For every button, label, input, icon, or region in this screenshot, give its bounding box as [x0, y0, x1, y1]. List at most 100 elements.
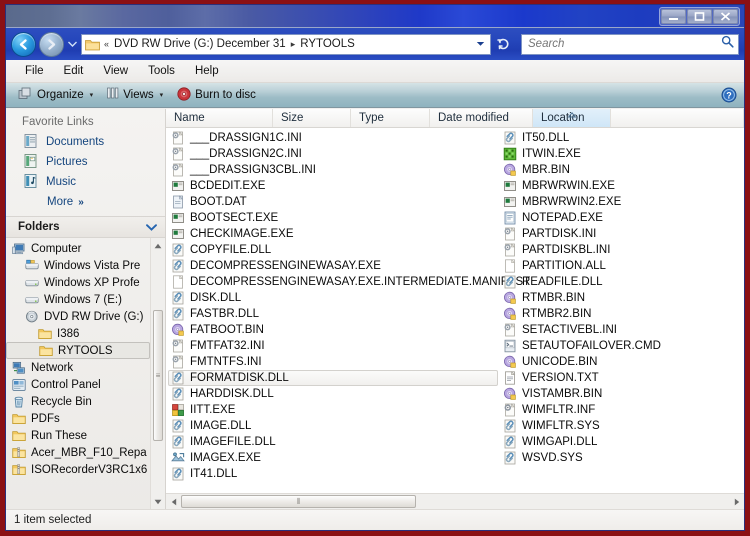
- file-list-item[interactable]: VERSION.TXT: [500, 370, 744, 386]
- burn-to-disc-button[interactable]: Burn to disc: [172, 84, 261, 107]
- tree-item-windows-vista-pre[interactable]: Windows Vista Pre: [6, 257, 150, 274]
- file-list-item[interactable]: WIMGAPI.DLL: [500, 434, 744, 450]
- search-input[interactable]: [528, 38, 721, 50]
- column-header-type[interactable]: Type: [351, 109, 430, 127]
- file-list-item[interactable]: PARTITION.ALL: [500, 258, 744, 274]
- tree-item-i386[interactable]: I386: [6, 325, 150, 342]
- file-list-item[interactable]: COPYFILE.DLL: [168, 242, 498, 258]
- address-dropdown-button[interactable]: [473, 35, 488, 54]
- file-list-item[interactable]: MBR.BIN: [500, 162, 744, 178]
- address-field[interactable]: « DVD RW Drive (G:) December 31 ▸ RYTOOL…: [81, 33, 491, 55]
- file-list-item[interactable]: BOOTSECT.EXE: [168, 210, 498, 226]
- menu-help[interactable]: Help: [186, 62, 228, 80]
- file-list-item[interactable]: WSVD.SYS: [500, 450, 744, 466]
- fav-link-music[interactable]: Music: [6, 172, 165, 192]
- tree-item-windows-7-e[interactable]: Windows 7 (E:): [6, 291, 150, 308]
- file-list-item[interactable]: ___DRASSIGN2C.INI: [168, 146, 498, 162]
- breadcrumb-overflow[interactable]: «: [103, 39, 110, 49]
- tree-vertical-scrollbar[interactable]: ≡: [150, 238, 165, 509]
- file-list-item[interactable]: WIMFLTR.SYS: [500, 418, 744, 434]
- tree-scroll-thumb[interactable]: ≡: [153, 310, 163, 441]
- tree-item-isorecorderv3rc1x6[interactable]: ISORecorderV3RC1x6: [6, 461, 150, 478]
- back-button[interactable]: [11, 31, 36, 57]
- file-list-item[interactable]: DECOMPRESSENGINEWASAY.EXE: [168, 258, 498, 274]
- hscroll-thumb[interactable]: ⦀: [181, 495, 416, 508]
- tree-item-rytools[interactable]: RYTOOLS: [6, 342, 150, 359]
- file-list-item[interactable]: NOTEPAD.EXE: [500, 210, 744, 226]
- file-list-item[interactable]: FATBOOT.BIN: [168, 322, 498, 338]
- horizontal-scrollbar[interactable]: ⦀: [166, 493, 744, 509]
- file-list-item[interactable]: BOOT.DAT: [168, 194, 498, 210]
- help-button[interactable]: ?: [721, 87, 737, 103]
- column-header-name[interactable]: Name: [166, 109, 273, 127]
- tree-item-control-panel[interactable]: Control Panel: [6, 376, 150, 393]
- file-list-item[interactable]: SETACTIVEBL.INI: [500, 322, 744, 338]
- file-list-item[interactable]: VISTAMBR.BIN: [500, 386, 744, 402]
- file-list-item[interactable]: FMTFAT32.INI: [168, 338, 498, 354]
- maximize-button[interactable]: [687, 9, 712, 24]
- file-list-item[interactable]: MBRWRWIN2.EXE: [500, 194, 744, 210]
- views-button[interactable]: Views ▾: [102, 84, 172, 106]
- file-list-item[interactable]: IT50.DLL: [500, 130, 744, 146]
- tree-item-computer[interactable]: Computer: [6, 240, 150, 257]
- file-list-item[interactable]: IMAGEFILE.DLL: [168, 434, 498, 450]
- file-list-item[interactable]: WIMFLTR.INF: [500, 402, 744, 418]
- tree-item-pdfs[interactable]: PDFs: [6, 410, 150, 427]
- refresh-button[interactable]: [494, 34, 515, 55]
- organize-button[interactable]: Organize ▾: [13, 84, 102, 107]
- history-dropdown-button[interactable]: [67, 32, 78, 57]
- file-list-item[interactable]: RTMBR2.BIN: [500, 306, 744, 322]
- tree-scroll-down-button[interactable]: [151, 494, 165, 509]
- file-list-item[interactable]: SETAUTOFAILOVER.CMD: [500, 338, 744, 354]
- file-list-item[interactable]: FASTBR.DLL: [168, 306, 498, 322]
- folders-section-header[interactable]: Folders: [6, 216, 165, 238]
- file-list-item[interactable]: RTMBR.BIN: [500, 290, 744, 306]
- tree-item-acer-mbr-f10-repa[interactable]: Acer_MBR_F10_Repa: [6, 444, 150, 461]
- chevron-down-icon[interactable]: [146, 218, 157, 236]
- fav-link-pictures[interactable]: Pictures: [6, 152, 165, 172]
- file-list-item[interactable]: ___DRASSIGN1C.INI: [168, 130, 498, 146]
- column-header-size[interactable]: Size: [273, 109, 351, 127]
- file-list-item[interactable]: FMTNTFS.INI: [168, 354, 498, 370]
- file-list-item[interactable]: IITT.EXE: [168, 402, 498, 418]
- forward-button[interactable]: [39, 31, 64, 57]
- file-list-item[interactable]: PARTDISK.INI: [500, 226, 744, 242]
- breadcrumb-item-drive[interactable]: DVD RW Drive (G:) December 31: [113, 38, 287, 50]
- file-list-item[interactable]: BCDEDIT.EXE: [168, 178, 498, 194]
- file-list-item[interactable]: ITWIN.EXE: [500, 146, 744, 162]
- tree-item-run-these[interactable]: Run These: [6, 427, 150, 444]
- close-button[interactable]: [713, 9, 738, 24]
- breadcrumb-item-rytools[interactable]: RYTOOLS: [299, 38, 356, 50]
- file-list-item[interactable]: HARDDISK.DLL: [168, 386, 498, 402]
- column-header-location[interactable]: Location: [533, 109, 611, 127]
- file-list-item[interactable]: DISK.DLL: [168, 290, 498, 306]
- file-list-item[interactable]: CHECKIMAGE.EXE: [168, 226, 498, 242]
- file-list-item[interactable]: IMAGEX.EXE: [168, 450, 498, 466]
- tree-item-network[interactable]: Network: [6, 359, 150, 376]
- hscroll-right-button[interactable]: [729, 494, 744, 509]
- column-header-date-modified[interactable]: Date modified: [430, 109, 533, 127]
- menu-view[interactable]: View: [94, 62, 137, 80]
- minimize-button[interactable]: [661, 9, 686, 24]
- file-list-item[interactable]: READFILE.DLL: [500, 274, 744, 290]
- tree-scroll-up-button[interactable]: [151, 238, 165, 253]
- search-box[interactable]: [521, 33, 739, 55]
- file-list-item[interactable]: ___DRASSIGN3CBL.INI: [168, 162, 498, 178]
- file-list-item[interactable]: IT41.DLL: [168, 466, 498, 482]
- hscroll-track[interactable]: ⦀: [181, 494, 729, 509]
- tree-item-recycle-bin[interactable]: Recycle Bin: [6, 393, 150, 410]
- file-list-item[interactable]: PARTDISKBL.INI: [500, 242, 744, 258]
- file-list-item[interactable]: UNICODE.BIN: [500, 354, 744, 370]
- file-list-item[interactable]: IMAGE.DLL: [168, 418, 498, 434]
- file-list-item[interactable]: MBRWRWIN.EXE: [500, 178, 744, 194]
- menu-edit[interactable]: Edit: [55, 62, 93, 80]
- fav-link-more[interactable]: More »: [6, 192, 165, 212]
- hscroll-left-button[interactable]: [166, 494, 181, 509]
- fav-link-documents[interactable]: Documents: [6, 132, 165, 152]
- file-list-item[interactable]: DECOMPRESSENGINEWASAY.EXE.INTERMEDIATE.M…: [168, 274, 530, 290]
- menu-file[interactable]: File: [16, 62, 53, 80]
- file-list-item[interactable]: FORMATDISK.DLL: [168, 370, 498, 386]
- tree-item-windows-xp-profe[interactable]: Windows XP Profe: [6, 274, 150, 291]
- tree-item-dvd-rw-drive-g[interactable]: DVD RW Drive (G:): [6, 308, 150, 325]
- menu-tools[interactable]: Tools: [139, 62, 184, 80]
